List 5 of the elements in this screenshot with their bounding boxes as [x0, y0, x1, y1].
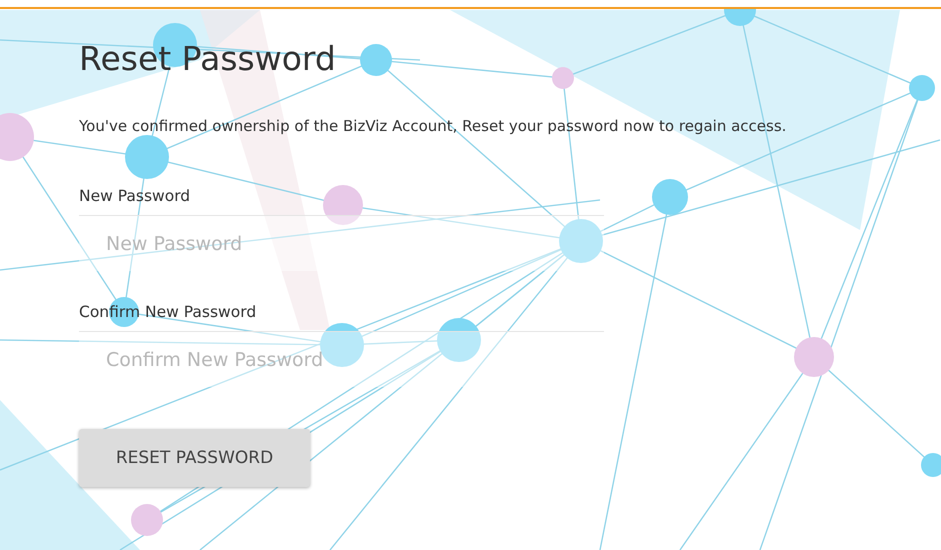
- field-label: New Password: [79, 186, 192, 207]
- confirmation-message: You've confirmed ownership of the BizViz Account, Reset your password now to regain access.: [79, 117, 788, 135]
- field-label: Confirm New Password: [79, 302, 258, 323]
- reset-password-button[interactable]: RESET PASSWORD: [79, 429, 310, 487]
- page-title: Reset Password: [79, 38, 337, 80]
